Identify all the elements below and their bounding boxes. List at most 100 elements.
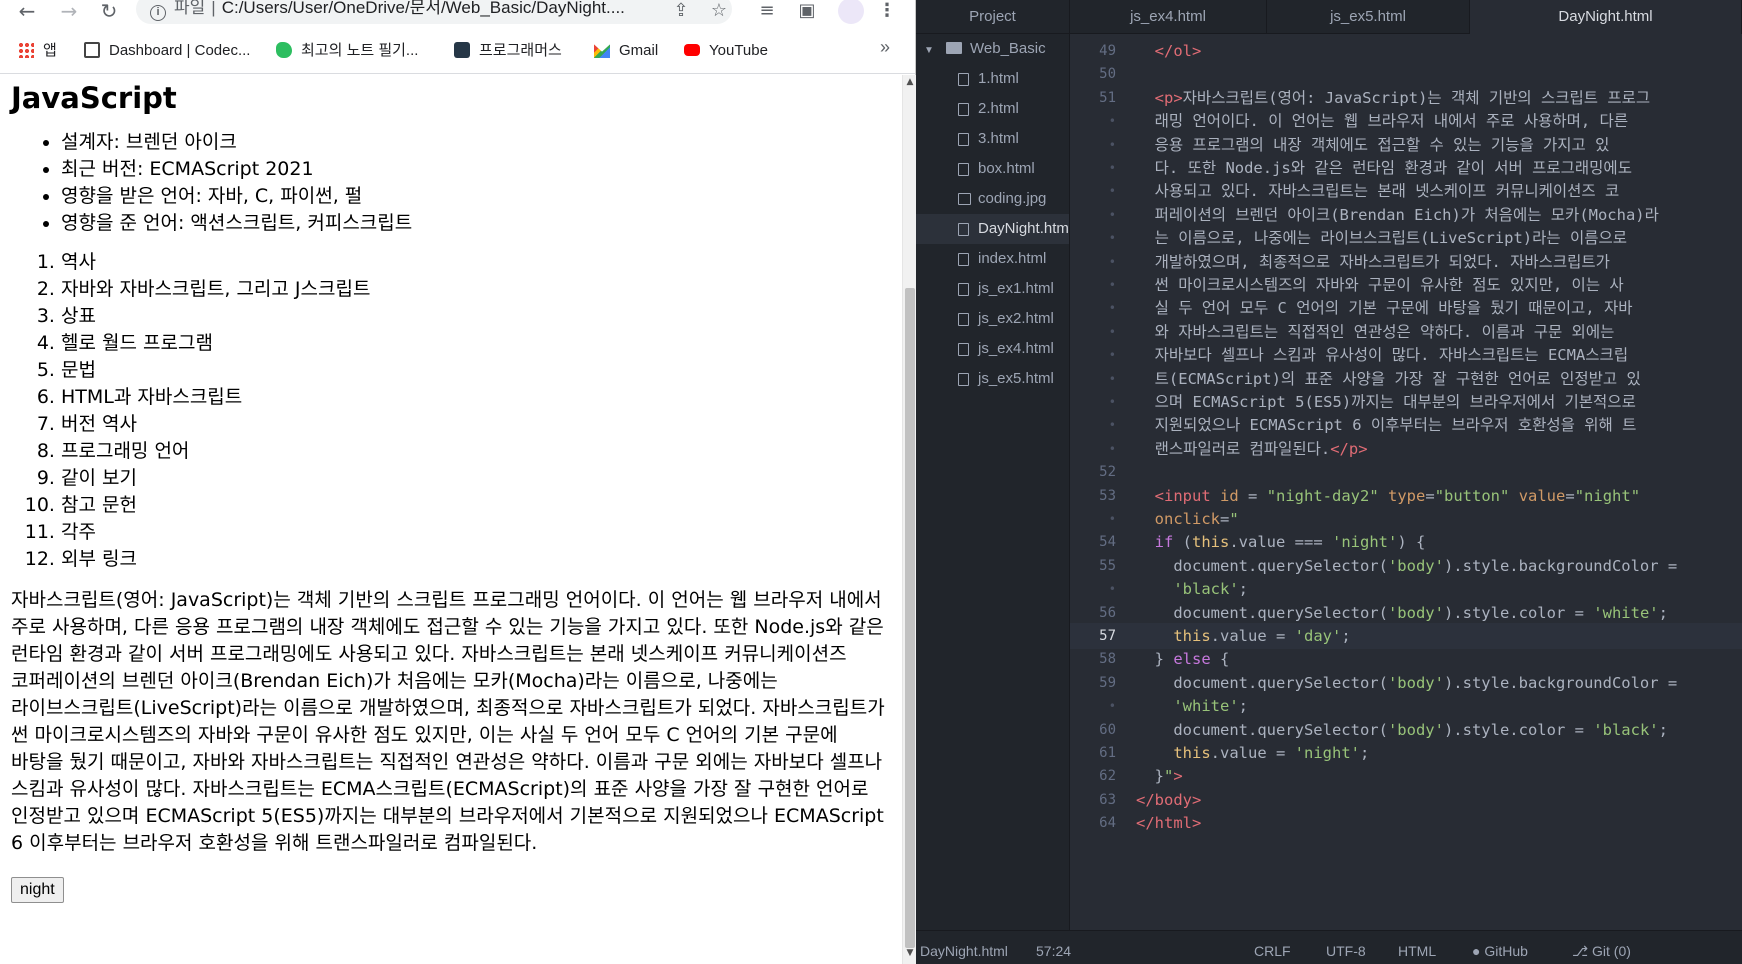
line-number: 49 — [1099, 43, 1116, 59]
code-line[interactable]: 와 자바스크립트는 직접적인 연관성은 약하다. 이름과 구문 외에는 — [1136, 319, 1615, 345]
bookmark-programmers[interactable]: 프로그래머스 — [454, 41, 562, 61]
code-editor[interactable]: 49 </ol> 50 51 <p>자바스크립트(영어: JavaScript)는 … — [1070, 34, 1742, 930]
toc-item: 각주 — [61, 519, 891, 546]
media-control-icon[interactable]: ≡ — [754, 0, 780, 25]
bookmark-codecademy[interactable]: Dashboard | Codec... — [84, 41, 250, 61]
code-line[interactable]: document.querySelector('body').style.bac… — [1136, 553, 1677, 579]
bookmark-label: Gmail — [619, 42, 659, 59]
code-line[interactable]: 사용되고 있다. 자바스크립트는 본래 넷스케이프 커뮤니케이션즈 코 — [1136, 178, 1620, 204]
file-icon — [958, 163, 969, 176]
file-icon — [958, 253, 969, 266]
tree-file-item[interactable]: index.html — [916, 244, 1069, 274]
bookmark-star-icon[interactable]: ☆ — [706, 0, 732, 25]
back-arrow-icon[interactable]: ← — [14, 0, 40, 25]
evernote-icon — [276, 42, 292, 58]
tree-file-item[interactable]: 2.html — [916, 94, 1069, 124]
code-line[interactable]: <input id = "night-day2" type="button" v… — [1136, 483, 1640, 509]
code-line[interactable]: if (this.value === 'night') { — [1136, 529, 1426, 555]
status-line-ending[interactable]: CRLF — [1254, 931, 1291, 964]
share-icon[interactable]: ⇪ — [668, 0, 694, 25]
code-line[interactable]: this.value = 'night'; — [1136, 740, 1369, 766]
code-line[interactable]: 으며 ECMAScript 5(ES5)까지는 대부분의 브라우저에서 기본적으… — [1136, 389, 1636, 415]
code-line[interactable]: </body> — [1136, 787, 1201, 813]
status-cursor-position[interactable]: 57:24 — [1036, 931, 1071, 964]
reload-icon[interactable]: ↻ — [96, 0, 122, 25]
code-line[interactable]: } else { — [1136, 646, 1230, 672]
code-line[interactable]: <p>자바스크립트(영어: JavaScript)는 객체 기반의 스크립트 프… — [1136, 85, 1650, 111]
file-icon — [958, 373, 969, 386]
scroll-up-arrow-icon[interactable]: ▲ — [905, 77, 915, 91]
page-scrollbar[interactable]: ▲ ▼ — [902, 75, 916, 964]
code-line[interactable]: document.querySelector('body').style.col… — [1136, 600, 1668, 626]
bookmark-apps[interactable]: 앱 — [18, 41, 57, 61]
bookmark-gmail[interactable]: Gmail — [594, 41, 658, 61]
line-number: 50 — [1099, 66, 1116, 83]
gmail-icon — [594, 44, 610, 58]
scroll-down-arrow-icon[interactable]: ▼ — [905, 948, 915, 962]
code-line[interactable]: 응용 프로그램의 내장 객체에도 접근할 수 있는 기능을 가지고 있 — [1136, 132, 1610, 158]
menu-kebab-icon[interactable]: ⋮ — [874, 0, 900, 25]
tree-file-item[interactable]: js_ex2.html — [916, 304, 1069, 334]
code-line[interactable]: </ol> — [1136, 38, 1202, 64]
tree-file-item[interactable]: 3.html — [916, 124, 1069, 154]
code-line[interactable]: </html> — [1136, 810, 1201, 836]
bookmark-label: 앱 — [43, 42, 57, 59]
night-day-button[interactable]: night — [11, 877, 64, 903]
code-line[interactable]: 트(ECMAScript)의 표준 사양을 가장 잘 구현한 언어로 인정받고 … — [1136, 366, 1641, 392]
code-line[interactable]: 실 두 언어 모두 C 언어의 기본 구문에 바탕을 뒀기 때문이고, 자바 — [1136, 295, 1633, 321]
tree-file-label: js_ex5.html — [978, 370, 1054, 387]
tree-file-item[interactable]: 1.html — [916, 64, 1069, 94]
address-bar[interactable]: i 파일 | C:/Users/User/OneDrive/문서/Web_Basic/… — [136, 0, 732, 24]
tree-file-item[interactable]: box.html — [916, 154, 1069, 184]
side-panel-icon[interactable]: ▣ — [794, 0, 820, 25]
code-line[interactable]: document.querySelector('body').style.bac… — [1136, 670, 1677, 696]
code-line[interactable]: 'white'; — [1136, 693, 1248, 719]
code-line[interactable]: }"> — [1136, 763, 1183, 789]
code-line[interactable]: 다. 또한 Node.js와 같은 런타임 환경과 같이 서버 프로그래밍에도 — [1136, 155, 1632, 181]
line-number: • — [1108, 254, 1116, 269]
tab-js-ex4[interactable]: js_ex4.html — [1070, 0, 1267, 34]
line-number: 64 — [1099, 815, 1116, 832]
code-line[interactable]: 퍼레이션의 브렌던 아이크(Brendan Eich)가 처음에는 모카(Moc… — [1136, 202, 1659, 228]
tree-file-item[interactable]: js_ex4.html — [916, 334, 1069, 364]
code-line[interactable]: 래밍 언어이다. 이 언어는 웹 브라우저 내에서 주로 사용하며, 다른 — [1136, 108, 1628, 134]
status-git[interactable]: ⎇ Git (0) — [1572, 931, 1631, 964]
bookmark-youtube[interactable]: YouTube — [684, 41, 768, 61]
code-line[interactable]: 'black'; — [1136, 576, 1248, 602]
status-encoding[interactable]: UTF-8 — [1326, 931, 1366, 964]
profile-avatar[interactable] — [838, 0, 864, 24]
code-line[interactable]: 개발하였으며, 최종적으로 자바스크립트가 되었다. 자바스크립트가 — [1136, 249, 1610, 275]
status-github[interactable]: ● GitHub — [1472, 931, 1528, 964]
forward-arrow-icon[interactable]: → — [56, 0, 82, 25]
tree-file-item[interactable]: js_ex5.html — [916, 364, 1069, 394]
toc-item: 참고 문헌 — [61, 492, 891, 519]
code-line[interactable]: this.value = 'day'; — [1136, 623, 1350, 649]
tab-js-ex5[interactable]: js_ex5.html — [1267, 0, 1470, 34]
site-info-icon[interactable]: i — [150, 5, 166, 21]
code-line[interactable]: onclick=" — [1136, 506, 1239, 532]
project-tree: ▼ Web_Basic 1.html 2.html 3.html box.html cod… — [916, 34, 1070, 930]
code-line[interactable]: 자바보다 셀프나 스킴과 유사성이 많다. 자바스크립트는 ECMA스크립 — [1136, 342, 1628, 368]
tab-project[interactable]: Project — [916, 0, 1070, 34]
status-grammar[interactable]: HTML — [1398, 931, 1436, 964]
line-number: • — [1108, 207, 1116, 222]
status-file-name[interactable]: DayNight.html — [920, 931, 1008, 964]
line-number: • — [1108, 582, 1116, 597]
code-line[interactable]: document.querySelector('body').style.col… — [1136, 717, 1668, 743]
code-line[interactable]: 지원되었으나 ECMAScript 6 이후부터는 브라우저 호환성을 위해 트 — [1136, 412, 1637, 438]
tree-file-item[interactable]: coding.jpg — [916, 184, 1069, 214]
fact-item: 영향을 준 언어: 액션스크립트, 커피스크립트 — [61, 210, 891, 237]
tree-file-item[interactable]: js_ex1.html — [916, 274, 1069, 304]
code-line[interactable]: 썬 마이크로시스템즈의 자바와 구문이 유사한 점도 있지만, 이는 사 — [1136, 272, 1624, 298]
file-icon — [958, 223, 969, 236]
chevron-down-icon: ▼ — [924, 45, 934, 56]
tab-daynight[interactable]: DayNight.html — [1470, 0, 1742, 34]
bookmark-evernote[interactable]: 최고의 노트 필기... — [276, 41, 418, 61]
code-line[interactable]: 는 이름으로, 나중에는 라이브스크립트(LiveScript)라는 이름으로 — [1136, 225, 1627, 251]
code-line[interactable]: 랜스파일러로 컴파일된다.</p> — [1136, 436, 1368, 462]
tree-file-item[interactable]: DayNight.htm — [916, 214, 1069, 244]
more-bookmarks-icon[interactable]: » — [880, 37, 890, 58]
intro-paragraph: 자바스크립트(영어: JavaScript)는 객체 기반의 스크립트 프로그래… — [11, 589, 885, 854]
tree-folder-web-basic[interactable]: ▼ Web_Basic — [916, 34, 1069, 64]
scrollbar-thumb[interactable] — [905, 288, 915, 948]
